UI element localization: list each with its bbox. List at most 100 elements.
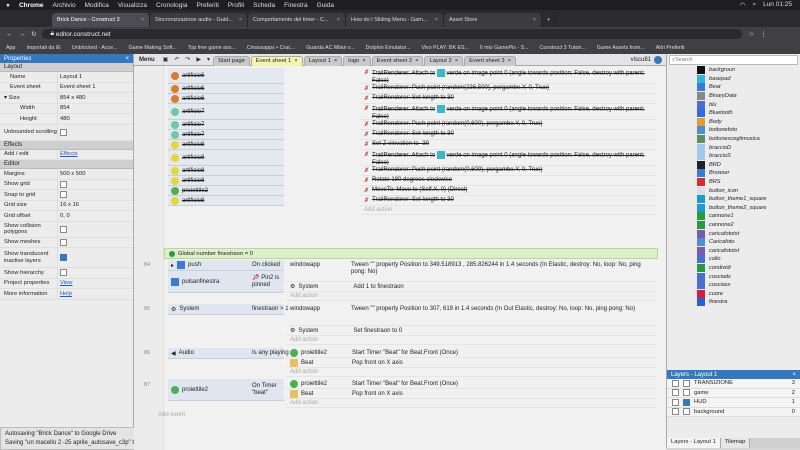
lock-checkbox[interactable]: [672, 379, 679, 387]
new-tab-button[interactable]: +: [542, 13, 556, 27]
chevron-down-icon[interactable]: ▾: [204, 56, 213, 63]
prop-more-info[interactable]: More information Help: [0, 289, 133, 300]
meshes-checkbox[interactable]: [60, 238, 67, 246]
avatar[interactable]: [654, 55, 662, 64]
close-icon[interactable]: ×: [334, 58, 337, 64]
bookmark-item[interactable]: Game Assets from...: [597, 45, 645, 51]
prop-event-sheet[interactable]: Event sheet Event sheet 1: [0, 82, 133, 93]
close-icon[interactable]: ×: [337, 17, 340, 23]
project-item[interactable]: caricafototxt: [667, 229, 800, 238]
project-item[interactable]: cuore: [667, 289, 800, 298]
condition-row[interactable]: artificio8: [168, 150, 284, 166]
add-action-link[interactable]: Add action: [286, 336, 656, 345]
close-icon[interactable]: ×: [415, 58, 418, 64]
apple-icon[interactable]: ●: [6, 2, 10, 9]
condition-row[interactable]: pulsanfinestra 📌︎ Pin2 is pinned: [168, 271, 284, 293]
project-item[interactable]: blu: [667, 100, 800, 109]
action-row[interactable]: windowapp Tween "" property Position to 3…: [286, 260, 656, 282]
bookmark-item[interactable]: Guarda AC Milan v...: [306, 45, 354, 51]
tab-event-sheet-3[interactable]: Event sheet 3 ×: [464, 55, 516, 66]
visibility-checkbox[interactable]: [683, 398, 690, 406]
action-row[interactable]: ✗ TrailRenderer: Push point (random(0,600…: [360, 120, 656, 130]
browser-tab[interactable]: How do I Sliding Menu - Gam... ×: [346, 13, 444, 27]
condition-row[interactable]: artificio6: [168, 68, 284, 84]
action-row[interactable]: ✗ TrailRenderer: Push point (random(0,600…: [360, 166, 656, 176]
project-item[interactable]: cannone1: [667, 212, 800, 221]
section-layout[interactable]: Layout: [0, 63, 133, 72]
prop-hierarchy[interactable]: Show hierarchy: [0, 268, 133, 279]
undo-icon[interactable]: ↶: [171, 56, 182, 63]
project-item[interactable]: braccioS: [667, 152, 800, 161]
project-item[interactable]: Bluetooth: [667, 109, 800, 118]
menu-chrome[interactable]: Chrome: [19, 2, 44, 9]
prop-meshes[interactable]: Show meshes: [0, 237, 133, 248]
condition-row[interactable]: artificio8: [168, 176, 284, 186]
redo-icon[interactable]: ↷: [182, 56, 193, 63]
bookmark-item[interactable]: App: [6, 45, 15, 51]
action-row[interactable]: ✗ Rotate 180 degrees clockwise: [360, 176, 656, 186]
action-row[interactable]: ⚙ System Set finestraon to 0: [286, 326, 656, 336]
close-icon[interactable]: ×: [435, 17, 438, 23]
forward-icon[interactable]: →: [19, 31, 26, 38]
visibility-checkbox[interactable]: [683, 408, 690, 416]
layer-row[interactable]: game 2: [667, 389, 800, 398]
project-item[interactable]: condividi: [667, 263, 800, 273]
action-row[interactable]: ✗ Set Z elevation to -30: [360, 140, 656, 150]
tab-event-sheet-1[interactable]: Event sheet 1 ×: [250, 55, 303, 66]
close-icon[interactable]: ×: [294, 58, 297, 64]
project-item[interactable]: backgroun: [667, 66, 800, 75]
project-item[interactable]: button_theme1_square: [667, 195, 800, 204]
visibility-checkbox[interactable]: [683, 379, 690, 387]
project-item[interactable]: Beat: [667, 83, 800, 92]
project-item[interactable]: basepad: [667, 74, 800, 84]
project-item[interactable]: button_icon: [667, 186, 800, 195]
layer-row[interactable]: background 0: [667, 408, 800, 417]
add-action-link[interactable]: Add action: [360, 206, 656, 215]
project-item[interactable]: Body: [667, 117, 800, 127]
action-row[interactable]: ✗ TrailRenderer: Attach to verde on image…: [360, 104, 656, 120]
condition-row[interactable]: ▸ push On clicked: [168, 260, 284, 271]
project-item[interactable]: BinaryData: [667, 92, 800, 101]
action-row[interactable]: ✗ MoveTo: Move to (Self.X, 0) (Direct): [360, 186, 656, 196]
prop-collision[interactable]: Show collision polygons: [0, 221, 133, 238]
clock[interactable]: Lun 01:25: [763, 1, 792, 9]
bookmark-item[interactable]: Game Making Soft...: [129, 45, 177, 51]
close-icon[interactable]: ×: [533, 17, 536, 23]
menu-preferiti[interactable]: Preferiti: [196, 2, 218, 9]
collision-checkbox[interactable]: [60, 225, 67, 233]
close-icon[interactable]: ×: [508, 58, 511, 64]
action-row[interactable]: ✗ TrailRenderer: Set length to 30: [360, 130, 656, 140]
close-icon[interactable]: ×: [125, 56, 129, 62]
star-icon[interactable]: ☆: [748, 30, 754, 38]
condition-row[interactable]: artificio8: [168, 166, 284, 176]
action-row[interactable]: windowapp Tween "" property Position to 3…: [286, 304, 656, 326]
hierarchy-checkbox[interactable]: [60, 269, 67, 277]
search-input[interactable]: ⌕ Search: [669, 55, 798, 65]
browser-tab[interactable]: Brick Dance - Construct 3 ×: [52, 13, 150, 27]
tab-logo[interactable]: logo ×: [343, 55, 371, 66]
main-menu-button[interactable]: Menu: [134, 57, 160, 63]
show-grid-checkbox[interactable]: [60, 180, 67, 188]
prop-grid-offset[interactable]: Grid offset 0, 0: [0, 211, 133, 222]
back-icon[interactable]: ←: [6, 31, 13, 38]
project-item[interactable]: collo: [667, 255, 800, 264]
project-item[interactable]: button_theme2_square: [667, 203, 800, 213]
global-variable[interactable]: Global number finestraon = 0: [164, 248, 658, 259]
bookmark-item[interactable]: Construct 3 Tutori...: [540, 45, 586, 51]
prop-name[interactable]: Name Layout 1: [0, 72, 133, 83]
bookmark-item[interactable]: Cmassapps • Crac...: [247, 45, 295, 51]
bookmark-item[interactable]: Top free game ass...: [188, 45, 236, 51]
bookmark-item[interactable]: Altri Preferiti: [656, 45, 685, 51]
tab-layout-2[interactable]: Layout 2 ×: [424, 55, 464, 66]
add-action-link[interactable]: Add action: [286, 399, 656, 408]
wifi-icon[interactable]: ◠: [740, 1, 746, 9]
tab-start-page[interactable]: Start page: [213, 55, 250, 66]
condition-row[interactable]: proiettile2: [168, 186, 284, 196]
project-item[interactable]: braccioD: [667, 143, 800, 152]
tab-layers[interactable]: Layers - Layout 1: [667, 438, 721, 448]
prop-show-grid[interactable]: Show grid: [0, 179, 133, 190]
layer-row[interactable]: HUD 1: [667, 398, 800, 408]
project-item[interactable]: caricafototxt: [667, 246, 800, 255]
prop-unbounded[interactable]: Unbounded scrolling: [0, 124, 133, 141]
condition-row[interactable]: ⚙ System finestraon > 1: [168, 304, 289, 315]
